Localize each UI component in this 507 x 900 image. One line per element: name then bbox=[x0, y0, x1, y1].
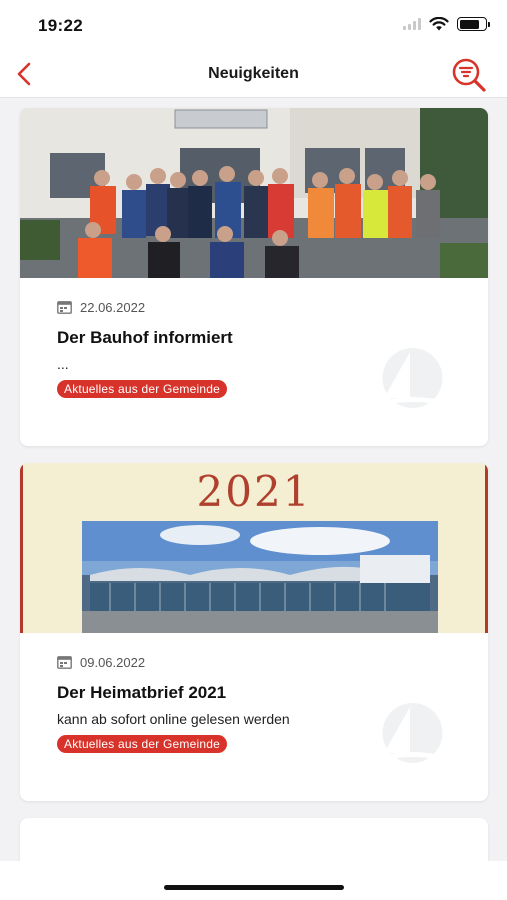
category-badge[interactable]: Aktuelles aus der Gemeinde bbox=[57, 735, 227, 753]
news-list[interactable]: 22.06.2022 Der Bauhof informiert ... Akt… bbox=[0, 99, 507, 861]
date-row: 22.06.2022 bbox=[57, 300, 451, 315]
news-title: Der Heimatbrief 2021 bbox=[57, 683, 227, 702]
news-card-body: 09.06.2022 Der Heimatbrief 2021 kann ab … bbox=[20, 633, 488, 801]
municipality-logo-watermark bbox=[378, 348, 448, 408]
news-date: 09.06.2022 bbox=[80, 655, 146, 670]
news-card-body: 22.06.2022 Der Bauhof informiert ... Akt… bbox=[20, 278, 488, 446]
cellular-signal-icon bbox=[403, 18, 421, 30]
calendar-icon bbox=[57, 656, 72, 669]
status-bar: 19:22 bbox=[0, 0, 507, 50]
cover-year-heading: 2021 bbox=[196, 467, 312, 516]
wifi-icon bbox=[429, 17, 449, 31]
home-indicator-area bbox=[0, 861, 507, 900]
date-row: 09.06.2022 bbox=[57, 655, 451, 670]
news-title: Der Bauhof informiert bbox=[57, 328, 233, 347]
battery-icon bbox=[457, 17, 490, 31]
filter-search-icon bbox=[452, 58, 486, 92]
news-image-heimatbrief-cover: 2021 bbox=[20, 463, 488, 633]
news-card[interactable] bbox=[20, 818, 488, 861]
filter-search-button[interactable] bbox=[449, 56, 489, 94]
home-indicator[interactable] bbox=[164, 885, 344, 890]
status-time: 19:22 bbox=[38, 16, 83, 35]
news-image-group-photo bbox=[20, 108, 488, 278]
calendar-icon bbox=[57, 301, 72, 314]
page-title: Neuigkeiten bbox=[208, 65, 299, 82]
navigation-bar: Neuigkeiten bbox=[0, 50, 507, 98]
news-date: 22.06.2022 bbox=[80, 300, 146, 315]
news-card[interactable]: 22.06.2022 Der Bauhof informiert ... Akt… bbox=[20, 108, 488, 446]
news-card[interactable]: 2021 09.06.2022 Der Heimatbrief 2021 kan… bbox=[20, 463, 488, 801]
status-icons bbox=[403, 17, 490, 31]
municipality-logo-watermark bbox=[378, 703, 448, 763]
category-badge[interactable]: Aktuelles aus der Gemeinde bbox=[57, 380, 227, 398]
